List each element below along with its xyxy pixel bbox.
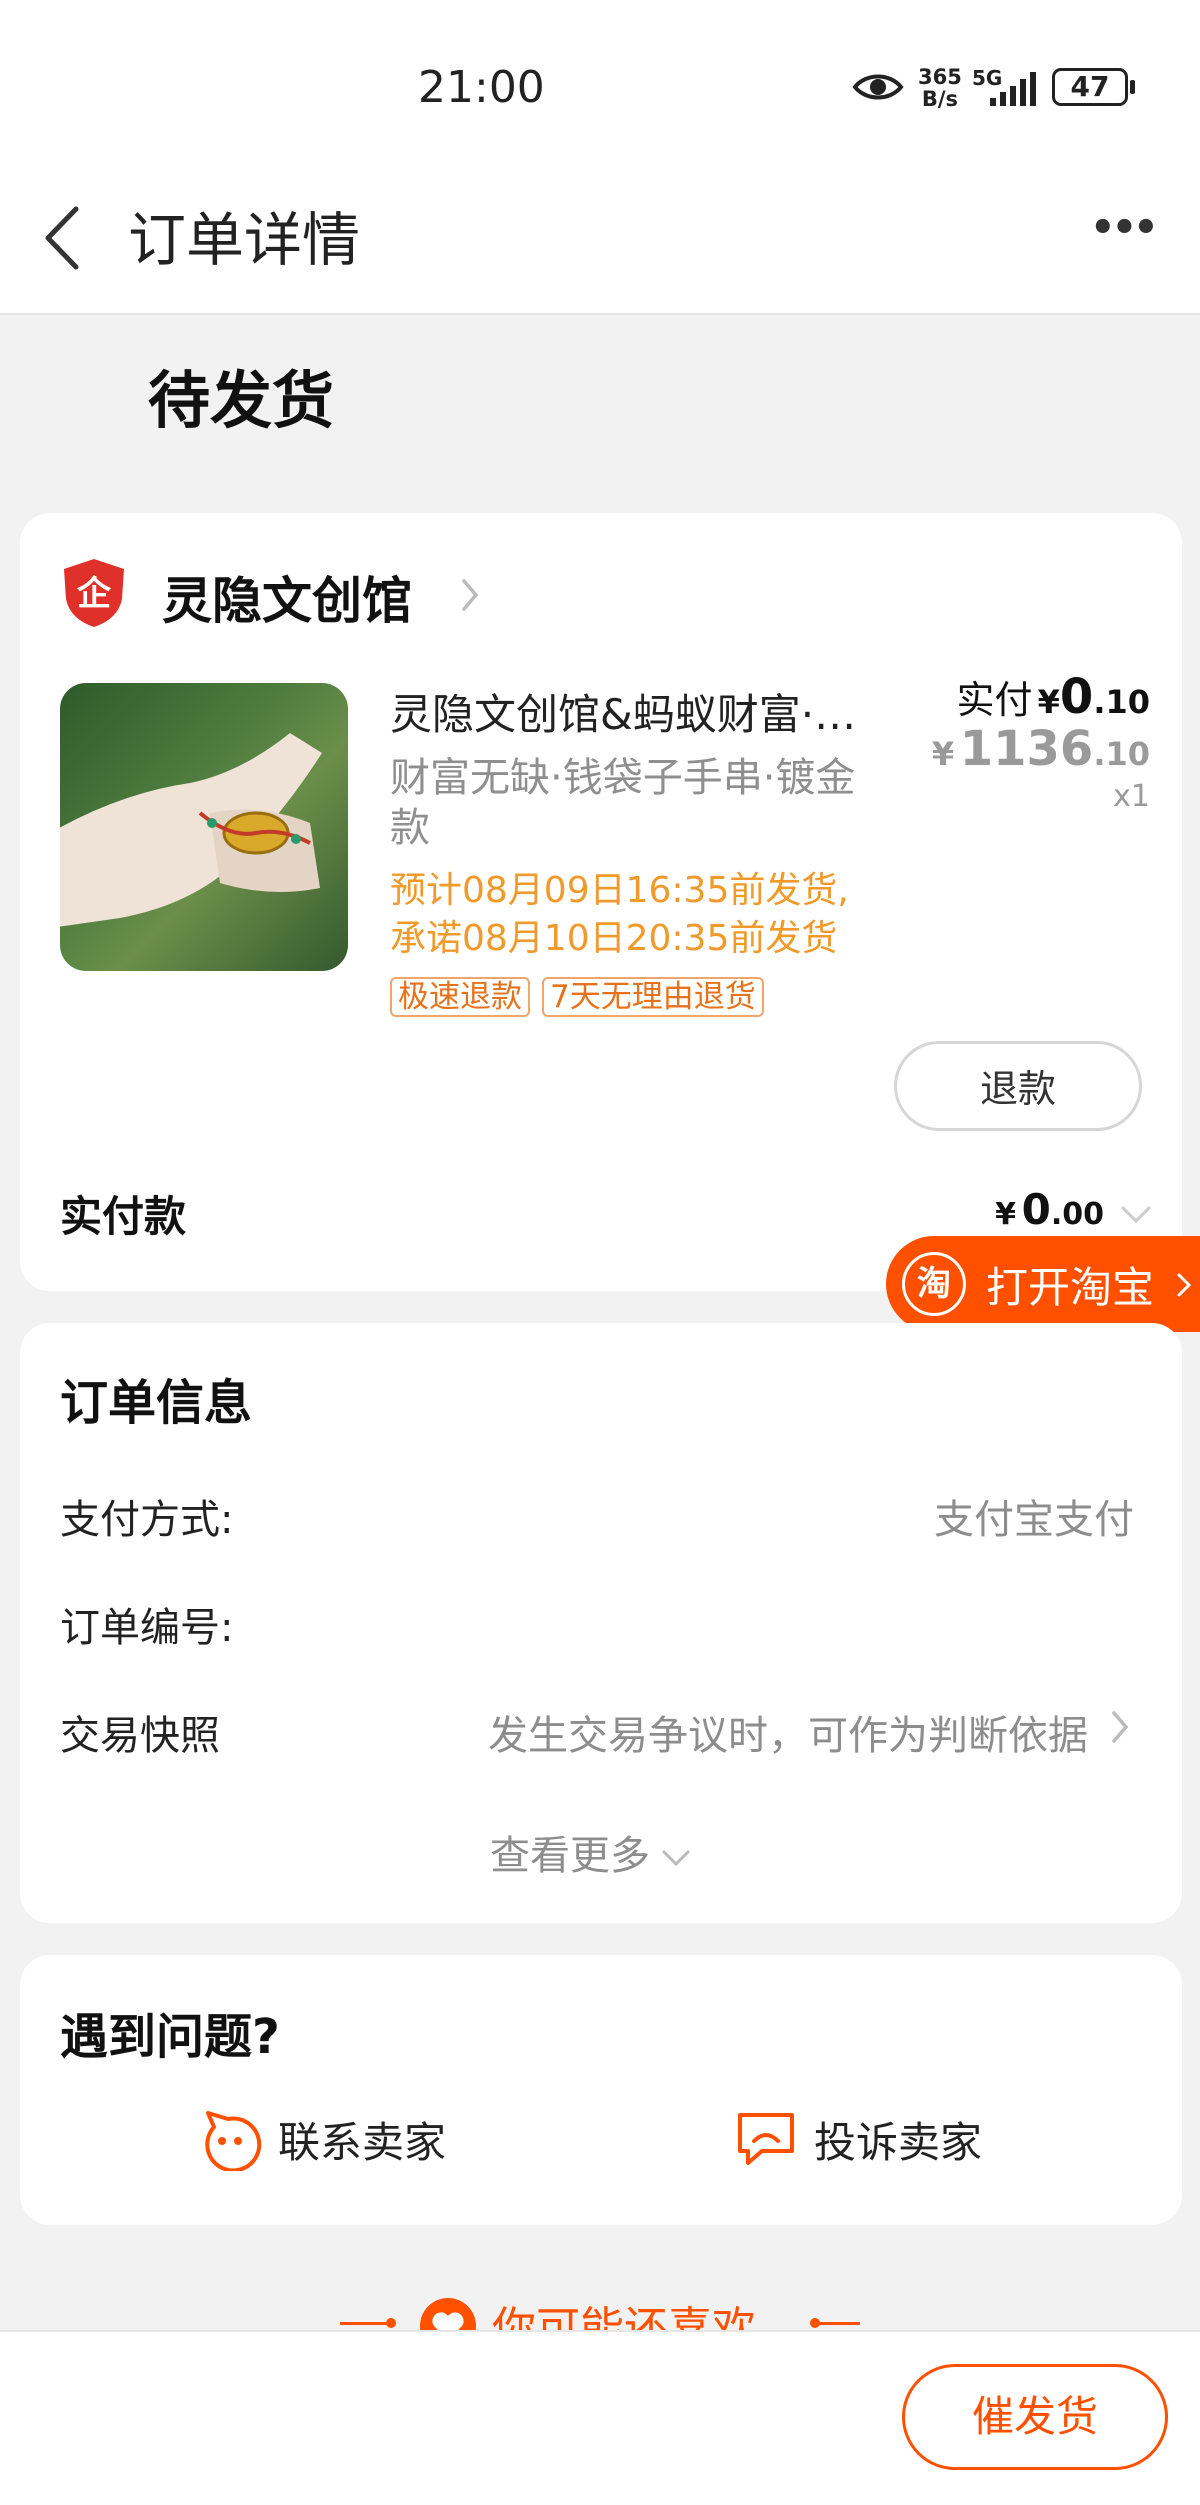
net-speed-unit: B/s [921,87,959,111]
chevron-right-icon [462,579,479,611]
battery-icon: 47 [1052,68,1128,106]
paid-currency: ¥ [1037,683,1060,721]
delivery-estimate: 预计08月09日16:35前发货, [390,870,849,911]
divider-dot-left [386,2318,396,2328]
paid-label: 实付 [956,678,1033,722]
total-dec: .00 [1050,1197,1104,1232]
contact-seller-label: 联系卖家 [278,2118,447,2167]
payment-method-value: 支付宝支付 [934,1497,1134,1543]
chevron-right-icon[interactable] [1110,1709,1130,1745]
product-quantity: x1 [1113,779,1150,814]
trade-snapshot-label[interactable]: 交易快照 [60,1703,220,1761]
battery-tip [1130,80,1135,94]
page-title: 订单详情 [128,206,361,274]
divider-right [814,2322,860,2325]
total-label: 实付款 [60,1192,187,1241]
chevron-right-white-icon [1177,1273,1192,1297]
status-time: 21:00 [418,62,545,113]
payment-method-label: 支付方式: [60,1497,234,1543]
back-icon[interactable] [40,203,84,273]
signal-icon [990,72,1036,106]
total-amount: ¥ 0.00 [995,1185,1104,1234]
chat-face-icon [205,2111,262,2171]
more-menu-icon[interactable]: ••• [1090,205,1159,251]
open-taobao-label: 打开淘宝 [986,1263,1155,1312]
open-taobao-button[interactable]: 淘 打开淘宝 [886,1236,1200,1332]
divider-left [340,2322,390,2325]
chevron-down-icon[interactable] [1120,1205,1152,1225]
original-price: ¥ 1136.10 [932,721,1150,777]
shop-header[interactable]: 企 灵隐文创馆 [62,557,562,630]
bottom-action-bar: 催发货 [0,2330,1200,2505]
order-info-title: 订单信息 [60,1375,253,1431]
orig-currency: ¥ [931,735,955,773]
shop-name: 灵隐文创馆 [162,572,412,630]
complaint-icon [738,2113,794,2165]
shop-logo-text: 企 [77,574,112,614]
help-title: 遇到问题? [60,2009,280,2065]
bracelet-photo-icon [60,733,322,927]
shop-order-card: 企 灵隐文创馆 灵隐文创馆&蚂蚁财富·… 财富无缺·钱袋子手串·镀金款 预计08… [20,513,1182,1291]
net-speed-value: 365 [918,65,962,89]
status-bar: 21:00 365 B/s 5G 47 [0,0,1200,175]
urge-shipping-button[interactable]: 催发货 [902,2364,1168,2470]
paid-dec: .10 [1093,683,1150,721]
product-image[interactable] [60,683,348,971]
contact-seller-button[interactable]: 联系卖家 [194,2105,494,2175]
taobao-logo-text: 淘 [917,1264,951,1304]
nav-bar: 订单详情 ••• [0,175,1200,315]
view-more-button[interactable]: 查看更多 [490,1823,691,1881]
delivery-promise: 承诺08月10日20:35前发货 [390,918,838,959]
shop-logo-icon: 企 [64,559,124,627]
tag-7day-return: 7天无理由退货 [542,977,764,1017]
service-tags: 极速退款 7天无理由退货 [390,977,776,1017]
chevron-down-icon [662,1850,690,1867]
trade-snapshot-hint[interactable]: 发生交易争议时，可作为判断依据 [488,1703,1088,1761]
total-currency: ¥ [995,1197,1017,1232]
view-more-label: 查看更多 [490,1833,650,1879]
complain-seller-button[interactable]: 投诉卖家 [734,2105,1034,2175]
tag-fast-refund: 极速退款 [390,977,530,1017]
refund-button[interactable]: 退款 [894,1041,1142,1131]
order-number-label: 订单编号: [60,1605,234,1651]
help-card: 遇到问题? 联系卖家 投诉卖家 [20,1955,1182,2225]
order-status-title: 待发货 [148,364,335,437]
product-subtitle: 财富无缺·钱袋子手串·镀金款 [390,755,856,851]
product-title[interactable]: 灵隐文创馆&蚂蚁财富·… [390,681,890,742]
complain-seller-label: 投诉卖家 [814,2118,983,2167]
paid-int: 0 [1059,669,1094,725]
eye-icon [852,74,904,100]
total-int: 0 [1021,1185,1051,1234]
taobao-logo-icon: 淘 [902,1252,966,1316]
orig-int: 1136 [959,721,1094,777]
order-info-card: 订单信息 支付方式: 支付宝支付 订单编号: 交易快照 发生交易争议时，可作为判… [20,1323,1182,1923]
paid-price: 实付 ¥0.10 [957,669,1150,725]
net-speed: 365 B/s [918,66,962,110]
orig-dec: .10 [1093,735,1150,773]
battery-level: 47 [1070,70,1110,103]
